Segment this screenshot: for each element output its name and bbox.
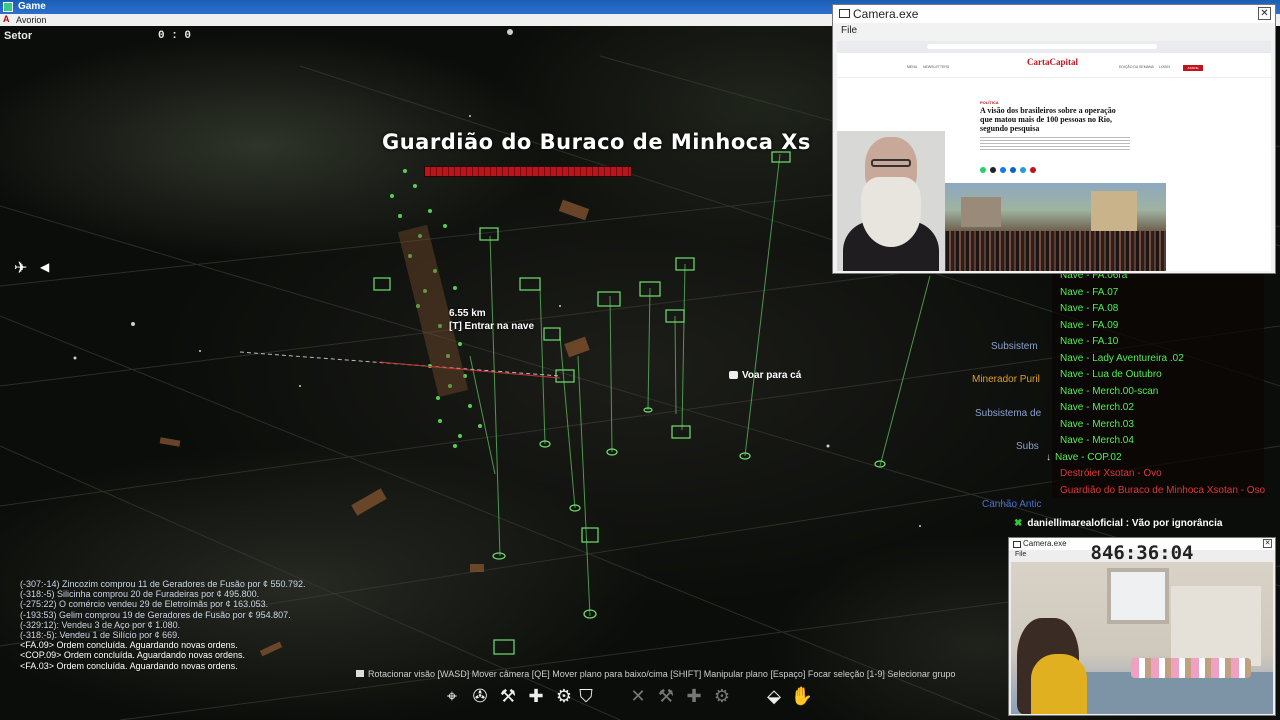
whatsapp-icon [980,167,986,173]
subscribe-button: ASSINE [1183,65,1203,71]
fleet-item[interactable]: Nave - Merch.02 [1060,402,1134,413]
avorion-logo-icon: A [3,14,10,24]
mouse-icon [356,670,364,677]
window-title: Game [18,1,46,12]
log-line: (-193:53) Gelim comprou 19 de Geradores … [20,609,291,620]
fleet-item[interactable]: Nave - Lady Aventureira .02 [1060,353,1184,364]
chat-user: daniellimarealoficial [1027,518,1123,529]
camera-window-news[interactable]: Camera.exe ✕ File MENU NEWSLETTERS EDIÇÃ… [832,4,1276,274]
log-line: (-329:12): Vendeu 3 de Aço por ¢ 1.080. [20,619,181,630]
camera-feed: MENU NEWSLETTERS EDIÇÃO DA SEMANA LOGIN … [837,41,1271,271]
nav-link: EDIÇÃO DA SEMANA [1119,65,1154,69]
log-line: (-307:-14) Zincozim comprou 11 de Gerado… [20,579,306,589]
chat-text: Vão por ignorância [1131,518,1223,529]
fleet-item[interactable]: Nave - Merch.00-scan [1060,386,1158,397]
nav-link: MENU [907,65,918,69]
article-photo [941,183,1166,271]
camera-title-bar[interactable]: Camera.exe ✕ [833,5,1275,23]
wrench-icon[interactable]: ⚒ [496,685,520,709]
side-label-1[interactable]: Minerador Puril [972,374,1040,385]
article-summary [980,137,1130,151]
fleet-item[interactable]: Nave - FA.08 [1060,303,1118,314]
enemy-item[interactable]: Guardião do Buraco de Minhoca Xsotan - O… [1060,485,1265,496]
waypoint-icon [729,371,738,379]
nav-link: NEWSLETTERS [923,65,950,69]
dim-tool-4-icon[interactable]: ⚙ [710,685,734,709]
turret-icon[interactable]: ⚙ [552,685,576,709]
eraser-icon[interactable]: ⬙ [762,685,786,709]
hints-text: Rotacionar visão [WASD] Mover câmera [QE… [368,669,956,679]
presenter-video [837,131,945,271]
article-section: POLÍTICA [980,100,999,105]
player-ship-icon[interactable]: ✈ [14,258,27,277]
dim-tool-2-icon[interactable]: ⚒ [654,685,678,709]
boss-health-bar [424,166,632,177]
selected-marker-icon: ↓ [1046,451,1051,463]
telegram-icon [1020,167,1026,173]
sector-label: Setor [4,30,33,42]
stream-timer: 846:36:04 [1090,542,1194,564]
share-icon [1030,167,1036,173]
enemy-item[interactable]: Destróier Xsotan - Ovo [1060,468,1162,479]
enter-ship-prompt[interactable]: [T] Entrar na nave [449,321,534,332]
boss-name: Guardião do Buraco de Minhoca Xs [382,130,811,154]
menu-file[interactable]: File [841,25,857,36]
fleet-item[interactable]: Nave - FA.09 [1060,320,1118,331]
sector-coordinates: 0 : 0 [158,30,192,42]
event-log: (-307:-14) Zincozim comprou 11 de Gerado… [20,579,306,671]
control-hints: Rotacionar visão [WASD] Mover câmera [QE… [356,669,955,679]
log-line: (-318:-5): Vendeu 1 de Silício por ¢ 669… [20,630,180,641]
fleet-item-label: Nave - COP.02 [1055,451,1122,463]
app-subtitle: Avorion [16,15,47,25]
dim-tool-3-icon[interactable]: ✚ [682,685,706,709]
ship-build-icon[interactable]: ✇ [468,685,492,709]
shield-icon[interactable]: ⛉ [574,685,598,709]
side-label-3[interactable]: Subs [1016,441,1039,452]
app-icon [3,2,13,12]
close-icon[interactable]: ✕ [1258,7,1271,20]
log-line: <COP.09> Ordem concluída. Aguardando nov… [20,650,245,661]
log-line: (-275:22) O comércio vendeu 29 de Eletro… [20,599,269,610]
arrow-left-icon[interactable]: ◀ [40,260,49,274]
browser-address-bar [837,41,1271,53]
plus-icon[interactable]: ✚ [524,685,548,709]
facebook-icon [1000,167,1006,173]
camera-icon [839,9,850,18]
log-line: (-318:-5) Silicinha comprou 20 de Furade… [20,589,260,600]
fleet-item[interactable]: Nave - FA.10 [1060,336,1118,347]
camera-title: Camera.exe [853,7,919,21]
chat-message: ✖ daniellimarealoficial : Vão por ignorân… [1014,518,1223,529]
side-label-4[interactable]: Canhão Antic [982,499,1042,510]
side-label-2[interactable]: Subsistema de [975,408,1041,419]
fleet-item[interactable]: Nave - Merch.03 [1060,419,1134,430]
boss-health-fill [425,167,631,176]
hand-icon[interactable]: ✋ [790,685,814,709]
camera-feed [1011,562,1273,714]
site-logo: CartaCapital [1027,57,1078,67]
fly-here-command[interactable]: Voar para cá [729,370,801,381]
nav-link: LOGIN [1159,65,1170,69]
x-icon [990,167,996,173]
crosshair-icon[interactable]: ⌖ [440,685,464,709]
dim-tool-1-icon[interactable]: ✕ [626,685,650,709]
fleet-item-selected[interactable]: ↓ Nave - COP.02 [1046,452,1122,463]
fleet-item[interactable]: Nave - Merch.04 [1060,435,1134,446]
fleet-item[interactable]: Nave - Lua de Outubro [1060,369,1162,380]
camera-window-room[interactable]: Camera.exe ✕ File 846:36:04 [1008,537,1276,716]
fleet-item[interactable]: Nave - FA.07 [1060,287,1118,298]
fly-here-label: Voar para cá [742,370,802,381]
distance-label: 6.55 km [449,308,486,319]
chat-icon: ✖ [1014,518,1023,529]
linkedin-icon [1010,167,1016,173]
side-label-0[interactable]: Subsistem [991,341,1038,352]
log-line: <FA.03> Ordem concluída. Aguardando nova… [20,660,238,671]
fleet-list: Nave - FA.06ra Nave - FA.07 Nave - FA.08… [1046,270,1265,498]
article-headline: A visão dos brasileiros sobre a operação… [980,106,1116,133]
log-line: <FA.09> Ordem concluída. Aguardando nova… [20,640,238,651]
